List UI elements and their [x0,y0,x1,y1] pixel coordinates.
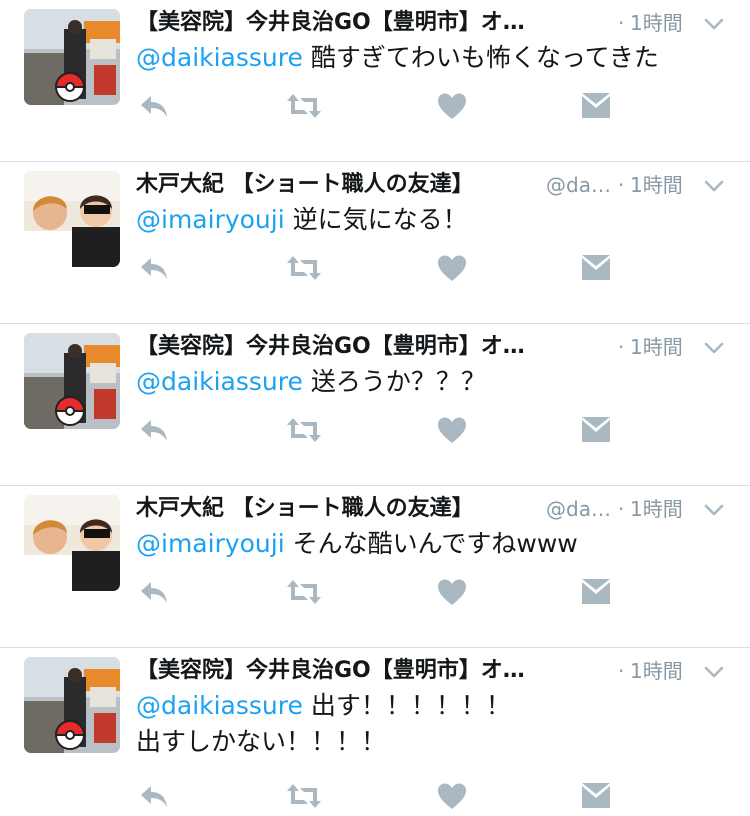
like-icon [438,255,466,281]
direct-message-icon [582,783,610,808]
avatar[interactable] [24,657,120,753]
reply-button[interactable] [134,776,174,816]
tweet[interactable]: 【美容院】今井良治GO【豊明市】オ… · 1時間 @daikiassure 出す… [0,648,750,812]
direct-message-button[interactable] [576,410,616,450]
retweet-icon [287,784,321,808]
reply-icon [141,96,167,117]
retweet-button[interactable] [284,410,324,450]
tweet-header: 【美容院】今井良治GO【豊明市】オ… · 1時間 [136,654,736,688]
tweet-actions [136,410,616,450]
reply-icon [141,420,167,441]
retweet-button[interactable] [284,572,324,612]
tweet[interactable]: 【美容院】今井良治GO【豊明市】オ… · 1時間 @daikiassure 酷す… [0,0,750,162]
tweet-body: そんな酷いんですねwww [284,529,578,558]
display-name[interactable]: 木戸大紀 【ショート職人の友達】 [136,492,536,526]
like-button[interactable] [432,776,472,816]
like-button[interactable] [432,572,472,612]
mention-link[interactable]: @daikiassure [136,691,303,720]
chevron-down-icon[interactable] [702,660,726,684]
timestamp[interactable]: 1時間 [630,330,683,364]
retweet-button[interactable] [284,248,324,288]
direct-message-button[interactable] [576,248,616,288]
retweet-button[interactable] [284,776,324,816]
retweet-button[interactable] [284,86,324,126]
separator-dot: · [618,659,625,683]
tweet-body: 逆に気になる！ [284,205,468,234]
display-name[interactable]: 【美容院】今井良治GO【豊明市】オ… [136,654,596,688]
tweet-actions [136,86,616,126]
tweet-header: 【美容院】今井良治GO【豊明市】オ… · 1時間 [136,6,736,40]
tweet-text: @daikiassure 送ろうか？？？ [136,364,736,400]
retweet-icon [287,94,321,118]
tweet[interactable]: 木戸大紀 【ショート職人の友達】 @da… · 1時間 @imairyouji … [0,486,750,648]
timestamp[interactable]: 1時間 [630,654,683,688]
separator-dot: · [618,497,625,521]
mention-link[interactable]: @daikiassure [136,367,303,396]
tweet-body: 送ろうか？？？ [302,367,486,396]
tweet-body-line-2: 出すしかない！！！！ [136,727,387,756]
tweet-body: 酷すぎてわいも怖くなってきた [302,43,659,72]
tweet[interactable]: 木戸大紀 【ショート職人の友達】 @da… · 1時間 @imairyouji … [0,162,750,324]
tweet-header: 木戸大紀 【ショート職人の友達】 @da… · 1時間 [136,492,736,526]
avatar[interactable] [24,495,120,591]
display-name[interactable]: 【美容院】今井良治GO【豊明市】オ… [136,6,596,40]
reply-button[interactable] [134,572,174,612]
avatar[interactable] [24,9,120,105]
like-icon [438,93,466,119]
direct-message-icon [582,579,610,604]
separator-dot: · [618,11,625,35]
display-name[interactable]: 【美容院】今井良治GO【豊明市】オ… [136,330,596,364]
tweet-actions [136,248,616,288]
separator-dot: · [618,335,625,359]
retweet-icon [287,418,321,442]
like-button[interactable] [432,410,472,450]
separator-dot: · [618,173,625,197]
timestamp[interactable]: 1時間 [630,6,683,40]
like-icon [438,579,466,605]
retweet-icon [287,256,321,280]
user-handle[interactable]: @da… [546,168,611,202]
direct-message-icon [582,255,610,280]
like-icon [438,783,466,809]
mention-link[interactable]: @imairyouji [136,529,285,558]
tweet-text: @imairyouji そんな酷いんですねwww [136,526,736,562]
direct-message-button[interactable] [576,86,616,126]
like-button[interactable] [432,86,472,126]
chevron-down-icon[interactable] [702,12,726,36]
direct-message-icon [582,93,610,118]
tweet-text: @imairyouji 逆に気になる！ [136,202,736,238]
tweet-actions [136,776,616,816]
retweet-icon [287,580,321,604]
tweet-text: @daikiassure 酷すぎてわいも怖くなってきた [136,40,736,76]
timestamp[interactable]: 1時間 [630,168,683,202]
like-button[interactable] [432,248,472,288]
tweet-body: 出す！！！！！！ [302,691,511,720]
timeline: 【美容院】今井良治GO【豊明市】オ… · 1時間 @daikiassure 酷す… [0,0,750,812]
reply-icon [141,786,167,807]
reply-button[interactable] [134,86,174,126]
tweet-header: 木戸大紀 【ショート職人の友達】 @da… · 1時間 [136,168,736,202]
reply-icon [141,582,167,603]
direct-message-button[interactable] [576,572,616,612]
reply-icon [141,258,167,279]
tweet-header: 【美容院】今井良治GO【豊明市】オ… · 1時間 [136,330,736,364]
user-handle[interactable]: @da… [546,492,611,526]
mention-link[interactable]: @daikiassure [136,43,303,72]
chevron-down-icon[interactable] [702,174,726,198]
tweet-actions [136,572,616,612]
mention-link[interactable]: @imairyouji [136,205,285,234]
like-icon [438,417,466,443]
avatar[interactable] [24,171,120,267]
avatar[interactable] [24,333,120,429]
chevron-down-icon[interactable] [702,498,726,522]
reply-button[interactable] [134,410,174,450]
direct-message-button[interactable] [576,776,616,816]
timestamp[interactable]: 1時間 [630,492,683,526]
direct-message-icon [582,417,610,442]
tweet[interactable]: 【美容院】今井良治GO【豊明市】オ… · 1時間 @daikiassure 送ろ… [0,324,750,486]
display-name[interactable]: 木戸大紀 【ショート職人の友達】 [136,168,536,202]
tweet-text: @daikiassure 出す！！！！！！ 出すしかない！！！！ [136,688,736,760]
reply-button[interactable] [134,248,174,288]
chevron-down-icon[interactable] [702,336,726,360]
